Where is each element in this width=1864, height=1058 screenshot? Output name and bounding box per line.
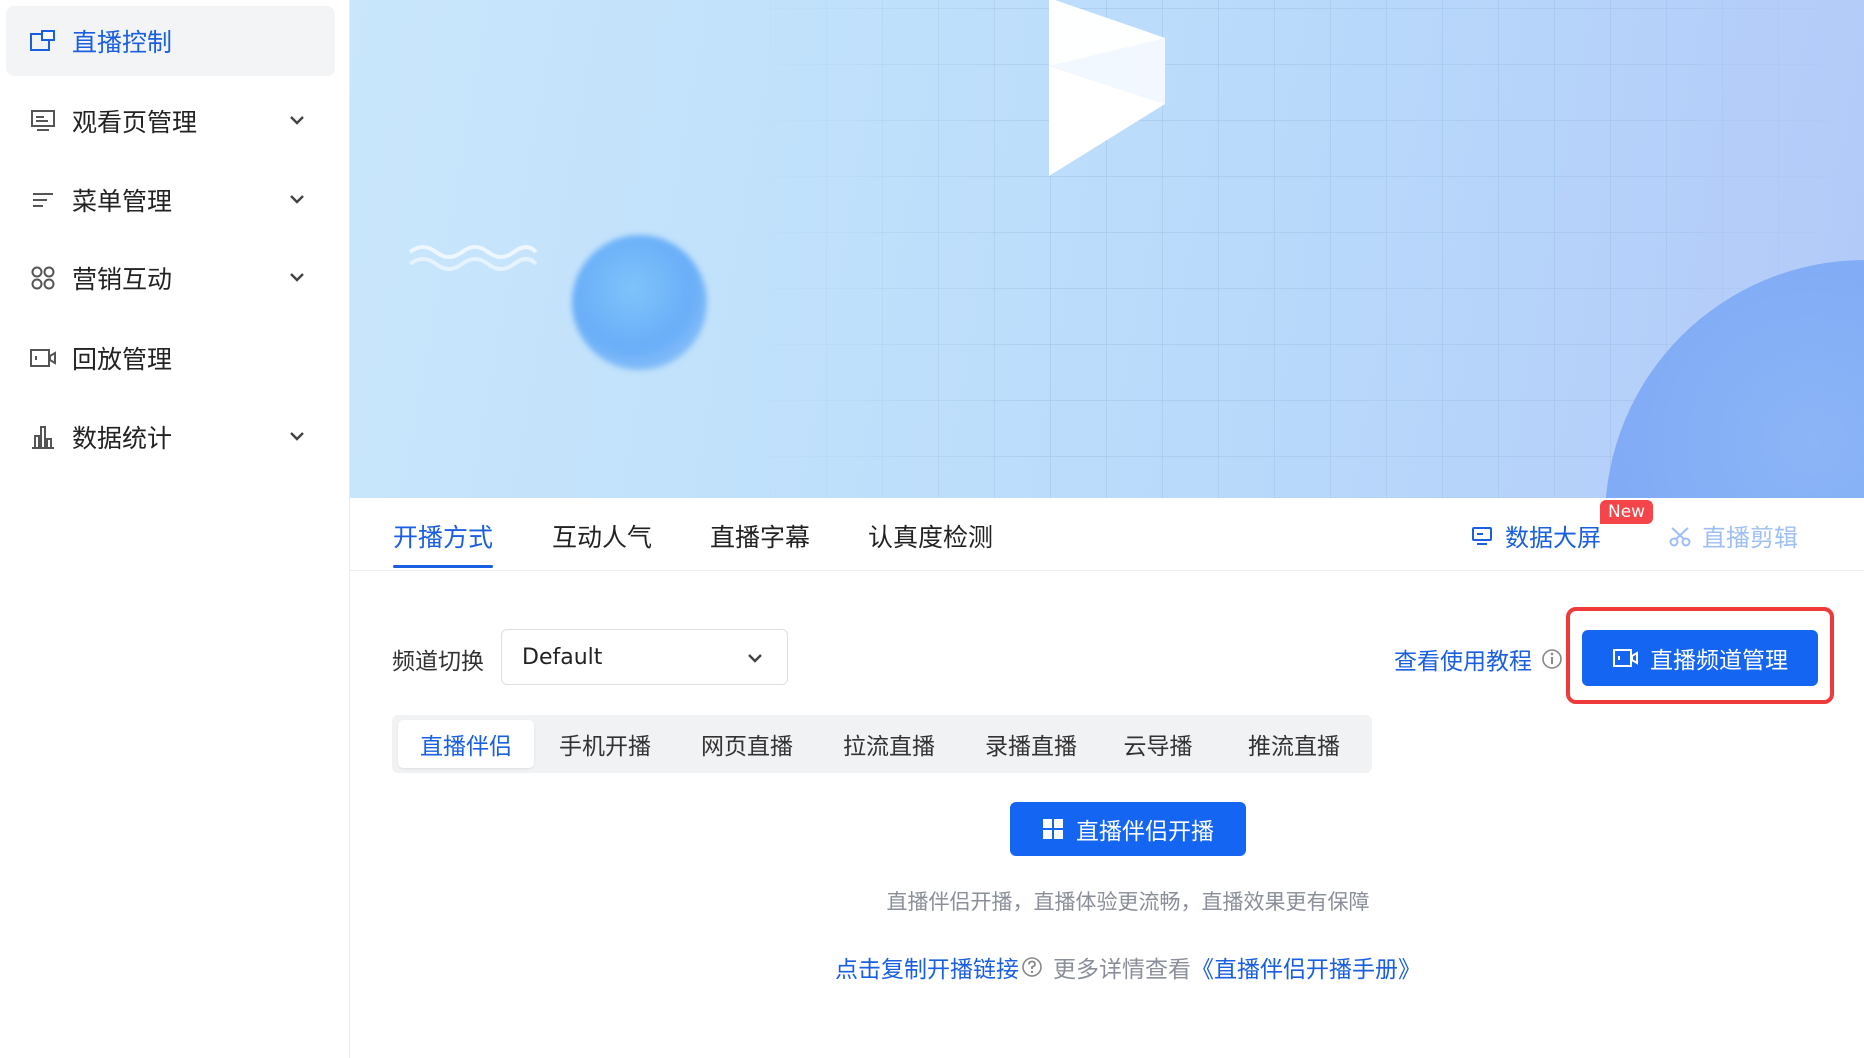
sidebar: 直播控制 观看页管理 菜单管理 营销互动 回放管理 数据统计 [0,0,350,1058]
channel-manage-button[interactable]: 直播频道管理 [1582,630,1818,686]
more-details-text: 更多详情查看 [1053,957,1191,983]
help-question-icon[interactable] [1021,956,1043,978]
live-clip-label: 直播剪辑 [1702,524,1798,552]
channel-select-value: Default [522,644,603,670]
video-camera-icon [28,343,58,373]
tutorial-link[interactable]: 查看使用教程 [1394,642,1563,676]
start-links-row: 点击复制开播链接 更多详情查看 《直播伴侣开播手册》 [835,950,1421,984]
channel-switch-label: 频道切换 [392,649,484,675]
live-banner [350,0,1864,498]
mode-cloud-director[interactable]: 云导播 [1098,720,1218,768]
chevron-down-icon [290,432,304,441]
windows-icon [1043,819,1063,839]
sidebar-item-label: 回放管理 [72,345,173,374]
companion-start-label: 直播伴侣开播 [1076,819,1214,845]
sidebar-item-live-control[interactable]: 直播控制 [6,6,335,76]
data-screen-link[interactable]: 数据大屏 [1471,518,1601,553]
live-control-icon [28,26,58,56]
tab-live-subtitles[interactable]: 直播字幕 [710,518,810,568]
sidebar-item-watch-page[interactable]: 观看页管理 [6,86,335,156]
watch-page-icon [28,106,58,136]
sidebar-item-label: 菜单管理 [72,187,173,216]
chevron-down-icon [290,116,304,125]
sidebar-item-statistics[interactable]: 数据统计 [6,402,335,472]
sidebar-item-label: 营销互动 [72,265,173,294]
monitor-icon [1472,526,1492,545]
mode-live-companion[interactable]: 直播伴侣 [398,720,534,768]
sidebar-item-menu[interactable]: 菜单管理 [6,165,335,235]
scissors-icon [1669,526,1691,546]
mode-recorded[interactable]: 录播直播 [963,720,1099,768]
sidebar-item-marketing[interactable]: 营销互动 [6,243,335,313]
tab-attention-detection[interactable]: 认真度检测 [868,518,993,568]
companion-description: 直播伴侣开播，直播体验更流畅，直播效果更有保障 [886,890,1370,914]
sidebar-item-label: 直播控制 [72,28,173,57]
tab-start-mode[interactable]: 开播方式 [393,518,494,568]
start-mode-segment: 直播伴侣 手机开播 网页直播 拉流直播 录播直播 云导播 推流直播 [392,715,1372,773]
apps-grid-icon [28,263,58,293]
chevron-down-icon [290,195,304,204]
tab-interaction-popularity[interactable]: 互动人气 [552,518,652,568]
play-logo-icon [1049,0,1165,176]
companion-manual-link[interactable]: 《直播伴侣开播手册》 [1191,950,1421,984]
mode-web[interactable]: 网页直播 [679,720,815,768]
channel-manage-label: 直播频道管理 [1650,648,1788,674]
mode-pull-stream[interactable]: 拉流直播 [821,720,957,768]
live-clip-link[interactable]: 直播剪辑 [1668,518,1798,553]
data-screen-label: 数据大屏 [1505,524,1601,552]
sidebar-item-label: 数据统计 [72,424,173,453]
sidebar-item-playback[interactable]: 回放管理 [6,323,335,393]
sidebar-item-label: 观看页管理 [72,108,198,137]
banner-orb-decoration [572,235,707,370]
wave-decoration [408,245,538,271]
menu-list-icon [28,185,58,215]
chevron-down-icon [290,273,304,282]
companion-start-button[interactable]: 直播伴侣开播 [1010,802,1246,856]
copy-start-link[interactable]: 点击复制开播链接 [835,950,1019,984]
mode-mobile[interactable]: 手机开播 [537,720,673,768]
channel-select[interactable]: Default [501,629,788,685]
new-badge: New [1600,500,1654,524]
video-camera-icon [1613,649,1638,667]
tutorial-link-label: 查看使用教程 [1394,649,1532,675]
chevron-down-icon [748,654,762,663]
bar-chart-icon [28,422,58,452]
info-icon [1542,649,1562,669]
mode-push-stream[interactable]: 推流直播 [1226,720,1362,768]
